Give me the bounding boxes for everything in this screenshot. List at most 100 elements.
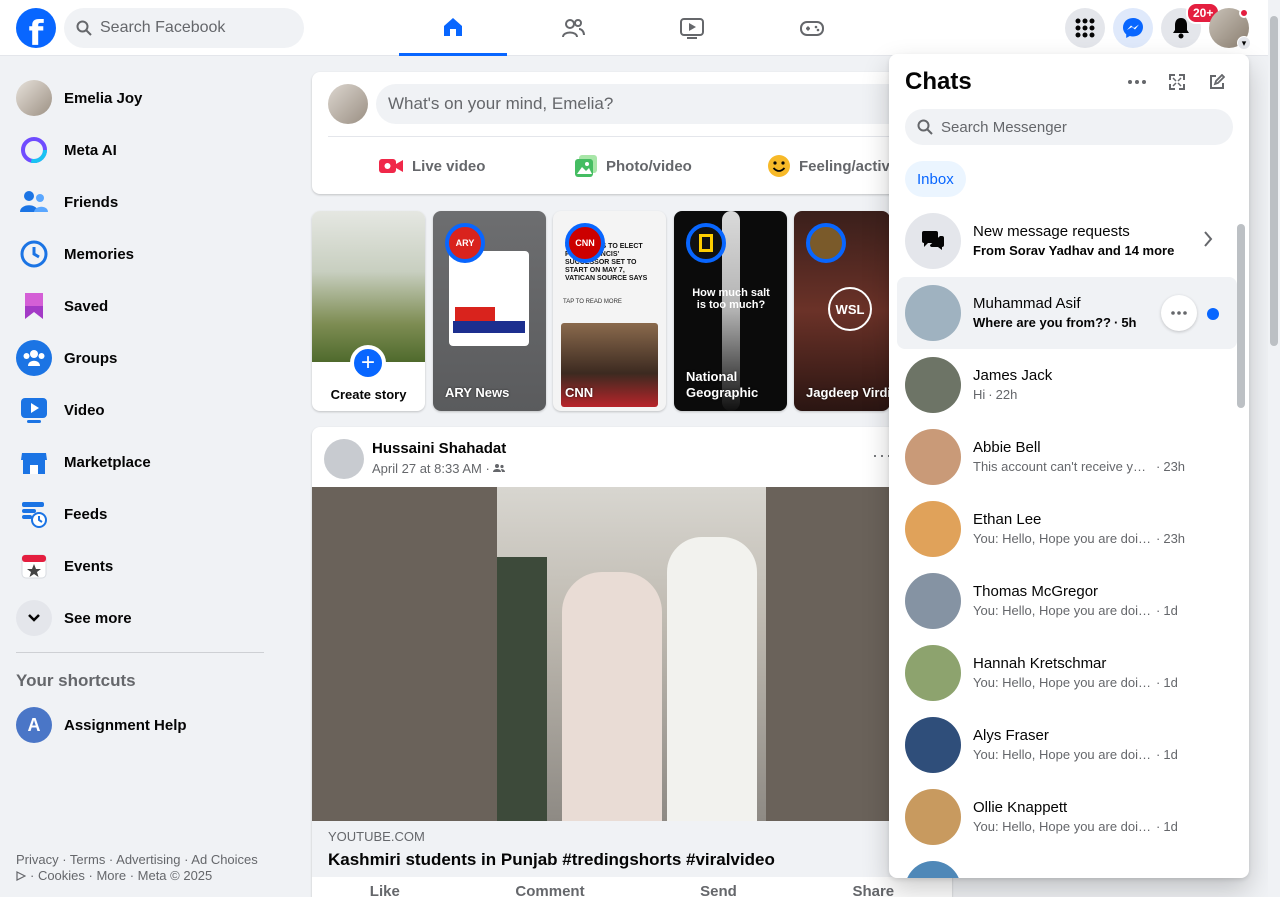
- comment-button[interactable]: Comment: [515, 883, 584, 897]
- sidebar-item-events[interactable]: Events: [8, 540, 272, 592]
- conversation-time: 1d: [1163, 747, 1178, 762]
- sidebar-item-label: Video: [64, 401, 105, 419]
- tab-gaming[interactable]: [758, 0, 866, 56]
- separator: ·: [1113, 315, 1119, 330]
- story-ng-avatar: [686, 223, 726, 263]
- unread-indicator: [1207, 308, 1219, 320]
- story-national-geographic[interactable]: How much salt is too much? National Geog…: [674, 211, 787, 411]
- plus-icon[interactable]: +: [350, 345, 386, 381]
- share-button[interactable]: Share: [852, 883, 894, 897]
- sidebar-item-label: Emelia Joy: [64, 89, 143, 107]
- expand-chats-button[interactable]: [1161, 66, 1193, 98]
- footer-line-1[interactable]: Privacy · Terms · Advertising · Ad Choic…: [16, 852, 276, 868]
- conversation-row[interactable]: Thomas McGregor You: Hello, Hope you are …: [897, 565, 1237, 637]
- ad-choices-icon[interactable]: [16, 871, 26, 881]
- footer-line-2[interactable]: · Cookies · More · Meta © 2025: [30, 868, 212, 884]
- avatar: [905, 285, 961, 341]
- conversation-preview: You: Hello, Hope you are doing wel...·1d: [973, 674, 1203, 692]
- facebook-search-input[interactable]: Search Facebook: [64, 8, 304, 48]
- tab-inbox[interactable]: Inbox: [905, 161, 966, 197]
- conversation-time: 23h: [1163, 531, 1186, 546]
- post-video-thumbnail[interactable]: [312, 487, 952, 821]
- chats-scrollbar[interactable]: [1237, 224, 1245, 408]
- page-scrollbar[interactable]: [1268, 0, 1280, 897]
- home-icon: [444, 17, 462, 36]
- menu-button[interactable]: [1065, 8, 1105, 48]
- conversation-options-button[interactable]: [1161, 295, 1197, 331]
- conversation-snippet: You: Hello, Hope you are doing wel...: [973, 675, 1153, 690]
- conversation-row[interactable]: Alys Fraser You: Hello, Hope you are doin…: [897, 709, 1237, 781]
- avatar[interactable]: [328, 84, 368, 124]
- post-author[interactable]: Hussaini Shahadat: [372, 440, 506, 457]
- feeling-icon: [768, 155, 790, 177]
- feeling-activity-button[interactable]: Feeling/activi: [767, 148, 894, 184]
- story-name: National Geographic: [686, 369, 759, 400]
- facebook-logo[interactable]: f: [16, 8, 56, 48]
- tab-video[interactable]: [638, 0, 746, 56]
- send-button[interactable]: Send: [700, 883, 737, 897]
- message-requests-icon: [905, 213, 961, 269]
- tab-home[interactable]: [399, 0, 507, 56]
- conversation-time: 23h: [1163, 459, 1186, 474]
- conversation-row[interactable]: Ethan Lee You: Hello, Hope you are doing …: [897, 493, 1237, 565]
- conversation-row[interactable]: James Jack Hi · 22h: [897, 349, 1237, 421]
- sidebar-item-groups[interactable]: Groups: [8, 332, 272, 384]
- avatar: [905, 501, 961, 557]
- sidebar-item-see-more[interactable]: See more: [8, 592, 272, 644]
- story-jagdeep-virdi[interactable]: WSL Jagdeep Virdi: [794, 211, 890, 411]
- conversation-snippet: You: Hello, Hope you are doing wel...: [973, 747, 1153, 762]
- new-message-button[interactable]: [1201, 66, 1233, 98]
- conversation-row[interactable]: Abbie Bell This account can't receive you…: [897, 421, 1237, 493]
- sidebar-item-label: Saved: [64, 297, 109, 315]
- post-actions: Like Comment Send Share: [312, 883, 952, 897]
- conversation-row[interactable]: Muhammad Asif Where are you from?? · 5h: [897, 277, 1237, 349]
- sidebar-item-meta-ai[interactable]: Meta AI: [8, 124, 272, 176]
- shortcut-avatar: A: [16, 707, 52, 743]
- page-scrollbar-thumb[interactable]: [1270, 16, 1278, 346]
- sidebar-item-feeds[interactable]: Feeds: [8, 488, 272, 540]
- video-icon: [680, 18, 704, 39]
- conversation-preview: This account can't receive your m...·23h: [973, 458, 1203, 476]
- shortcuts-heading: Your shortcuts: [16, 671, 136, 690]
- conversation-list: New message requests From Sorav Yadhav a…: [897, 205, 1237, 878]
- gaming-icon: [800, 21, 824, 36]
- conversation-name: Thomas McGregor: [973, 583, 1099, 600]
- tab-friends[interactable]: [519, 0, 627, 56]
- search-icon: [917, 119, 933, 135]
- sidebar-item-saved[interactable]: Saved: [8, 280, 272, 332]
- like-button[interactable]: Like: [370, 883, 400, 897]
- conversation-preview: You: Hello, Hope you are doing wel...·1d: [973, 602, 1203, 620]
- photo-video-button[interactable]: Photo/video: [574, 148, 692, 184]
- friends-icon: [562, 19, 585, 38]
- sidebar-item-profile[interactable]: Emelia Joy: [8, 72, 272, 124]
- story-ary-avatar: ARY: [445, 223, 485, 263]
- conversation-time: 1d: [1163, 819, 1178, 834]
- shortcut-assignment-help[interactable]: A Assignment Help: [8, 699, 272, 751]
- whats-on-your-mind-input[interactable]: What's on your mind, Emelia?: [376, 84, 936, 124]
- conversation-row[interactable]: Hannah Kretschmar You: Hello, Hope you ar…: [897, 637, 1237, 709]
- search-messenger-input[interactable]: Search Messenger: [905, 109, 1233, 145]
- conversation-name: Ethan Lee: [973, 511, 1042, 528]
- avatar: [905, 645, 961, 701]
- conversation-row[interactable]: Ollie Knappett You: Hello, Hope you are d…: [897, 781, 1237, 853]
- story-ary-news[interactable]: ARY ARY News: [433, 211, 546, 411]
- message-requests-row[interactable]: New message requests From Sorav Yadhav a…: [897, 205, 1237, 277]
- conversation-row[interactable]: Archie van Aswegen: [897, 853, 1237, 878]
- create-story-card[interactable]: + Create story: [312, 211, 425, 411]
- messenger-button[interactable]: [1113, 8, 1153, 48]
- live-video-button[interactable]: Live video: [378, 148, 485, 184]
- sidebar-item-marketplace[interactable]: Marketplace: [8, 436, 272, 488]
- story-cnn[interactable]: CARDINALS TO ELECT POPE FRANCIS' SUCCESS…: [553, 211, 666, 411]
- chats-options-button[interactable]: [1121, 66, 1153, 98]
- sidebar-item-friends[interactable]: Friends: [8, 176, 272, 228]
- sidebar-item-memories[interactable]: Memories: [8, 228, 272, 280]
- account-avatar-button[interactable]: ▾: [1209, 8, 1251, 50]
- compose-icon: [1210, 74, 1225, 89]
- link-preview[interactable]: YOUTUBE.COM Kashmiri students in Punjab …: [312, 821, 952, 877]
- sidebar-item-video[interactable]: Video: [8, 384, 272, 436]
- photo-video-label: Photo/video: [606, 157, 692, 175]
- post-meta-text[interactable]: April 27 at 8:33 AM ·: [372, 461, 490, 476]
- avatar[interactable]: [324, 439, 364, 479]
- separator: ·: [1156, 531, 1161, 546]
- message-requests-title: New message requests: [973, 223, 1130, 240]
